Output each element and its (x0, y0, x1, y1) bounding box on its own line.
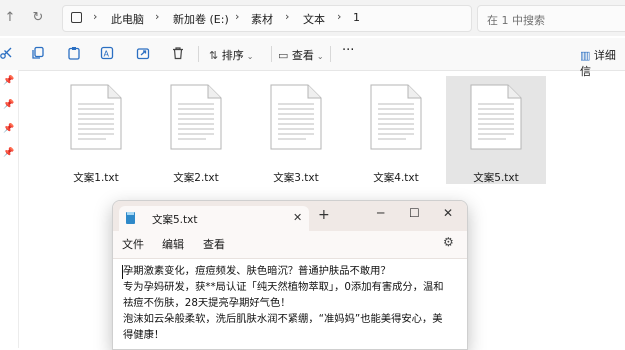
pin-icon: 📌 (3, 76, 15, 86)
navigation-pane[interactable]: 📌 📌 📌 📌 (0, 70, 19, 348)
more-options-button[interactable]: ··· (342, 43, 354, 58)
menu-file[interactable]: 文件 (122, 236, 144, 252)
minimize-icon[interactable]: ─ (377, 206, 384, 220)
file-item[interactable]: 文案3.txt (246, 76, 346, 184)
toolbar-divider (330, 46, 331, 62)
file-name: 文案2.txt (173, 172, 219, 184)
file-name: 文案4.txt (373, 172, 419, 184)
explorer-nav-bar: ↑ ↻ › 此电脑 › 新加卷 (E:) › 素材 › 文本 › 1 在 1 中… (0, 0, 625, 36)
chevron-right-icon[interactable]: › (285, 10, 289, 23)
rename-icon[interactable]: A (100, 46, 114, 60)
file-name: 文案3.txt (273, 172, 319, 184)
command-bar: A ⇅ 排序 ⌄ ▭ 查看 ⌄ ··· ▥ 详细信 (0, 38, 625, 78)
copy-icon[interactable] (31, 46, 45, 60)
text-file-icon (370, 84, 422, 150)
computer-icon (71, 12, 82, 23)
breadcrumb-drive[interactable]: 新加卷 (E:) (173, 11, 229, 27)
text-line: 得健康！ (123, 329, 165, 341)
breadcrumb-sucai[interactable]: 素材 (251, 11, 273, 27)
text-file-icon (170, 84, 222, 150)
file-name: 文案1.txt (73, 172, 119, 184)
details-pane-button[interactable]: ▥ 详细信 (580, 47, 625, 79)
gear-icon[interactable]: ⚙ (443, 235, 454, 249)
delete-icon[interactable] (171, 46, 185, 60)
file-item-selected[interactable]: 文案5.txt (446, 76, 546, 184)
breadcrumb-this-pc[interactable]: 此电脑 (111, 11, 144, 27)
refresh-icon[interactable]: ↻ (30, 10, 46, 26)
close-tab-icon[interactable]: ✕ (293, 211, 302, 224)
notepad-menubar: 文件 编辑 查看 ⚙ (113, 231, 467, 259)
chevron-right-icon[interactable]: › (93, 10, 97, 23)
file-item[interactable]: 文案2.txt (146, 76, 246, 184)
toolbar-divider (271, 46, 272, 62)
text-line: 专为孕妈研发，获**局认证「纯天然植物萃取」，0添加有害成分，温和 (123, 281, 444, 293)
text-file-icon (70, 84, 122, 150)
text-line: 孕期激素变化，痘痘频发、肤色暗沉？普通护肤品不敢用？ (123, 265, 391, 277)
details-pane-icon: ▥ (580, 49, 594, 62)
chevron-right-icon[interactable]: › (235, 10, 239, 23)
sort-icon: ⇅ (209, 49, 222, 62)
pin-icon: 📌 (3, 100, 15, 110)
paste-icon[interactable] (67, 46, 81, 60)
notepad-tab[interactable]: 文案5.txt ✕ (119, 206, 309, 231)
toolbar-divider (198, 46, 199, 62)
search-box[interactable]: 在 1 中搜索 (477, 5, 625, 32)
chevron-right-icon[interactable]: › (337, 10, 341, 23)
file-name: 文案5.txt (473, 172, 519, 184)
notepad-window: 文案5.txt ✕ + ─ ☐ ✕ 文件 编辑 查看 ⚙ 孕期激素变化，痘痘频发… (112, 200, 468, 350)
pin-icon: 📌 (3, 124, 15, 134)
view-button[interactable]: ▭ 查看 ⌄ (278, 47, 324, 63)
notepad-icon (126, 212, 135, 224)
chevron-right-icon[interactable]: › (155, 10, 159, 23)
close-window-icon[interactable]: ✕ (443, 206, 453, 220)
sort-button[interactable]: ⇅ 排序 ⌄ (209, 47, 253, 63)
sort-label: 排序 (221, 49, 244, 62)
chevron-down-icon: ⌄ (246, 52, 254, 61)
view-icon: ▭ (278, 49, 292, 62)
share-icon[interactable] (136, 46, 150, 60)
text-line: 祛痘不伤肤，28天提亮孕期好气色！ (123, 297, 291, 309)
breadcrumb-wenben[interactable]: 文本 (303, 11, 325, 27)
address-bar[interactable]: › 此电脑 › 新加卷 (E:) › 素材 › 文本 › 1 (62, 5, 472, 32)
svg-text:A: A (104, 50, 110, 59)
text-line: 泡沫如云朵般柔软，洗后肌肤水润不紧绷，“准妈妈”也能美得安心，美 (123, 313, 443, 325)
file-item[interactable]: 文案1.txt (46, 76, 146, 184)
chevron-down-icon: ⌄ (316, 52, 324, 61)
notepad-titlebar[interactable]: 文案5.txt ✕ + ─ ☐ ✕ (113, 201, 467, 231)
notepad-text-area[interactable]: 孕期激素变化，痘痘频发、肤色暗沉？普通护肤品不敢用？ 专为孕妈研发，获**局认证… (113, 259, 467, 349)
text-file-icon (470, 84, 522, 150)
tab-title: 文案5.txt (152, 214, 198, 226)
search-placeholder: 在 1 中搜索 (487, 14, 545, 27)
file-item[interactable]: 文案4.txt (346, 76, 446, 184)
breadcrumb-folder-1[interactable]: 1 (353, 11, 360, 24)
new-tab-icon[interactable]: + (318, 208, 330, 222)
menu-edit[interactable]: 编辑 (162, 236, 184, 252)
cut-icon[interactable] (0, 46, 14, 60)
text-file-icon (270, 84, 322, 150)
view-label: 查看 (291, 49, 314, 62)
maximize-icon[interactable]: ☐ (409, 206, 420, 220)
pin-icon: 📌 (3, 148, 15, 158)
arrow-up-icon[interactable]: ↑ (2, 10, 18, 26)
menu-view[interactable]: 查看 (203, 236, 225, 252)
